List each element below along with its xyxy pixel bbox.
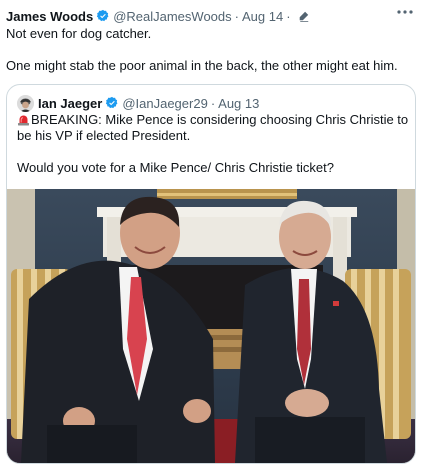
tweet-header: James Woods @RealJamesWoods · Aug 14 ·: [6, 7, 310, 25]
verified-icon: [105, 96, 119, 110]
quote-author-name[interactable]: Ian Jaeger: [38, 96, 102, 111]
more-dots-icon[interactable]: [396, 5, 414, 19]
tweet-text-line-1: Not even for dog catcher.: [6, 26, 152, 41]
quoted-tweet[interactable]: Ian Jaeger @IanJaeger29 · Aug 13 BREAKIN…: [6, 84, 416, 464]
author-handle[interactable]: @RealJamesWoods: [113, 9, 231, 24]
tweet: James Woods @RealJamesWoods · Aug 14 · N…: [0, 0, 422, 469]
quote-author-handle[interactable]: @IanJaeger29: [122, 96, 207, 111]
quote-breaking-label: BREAKING: Mike Pence is considering choo…: [17, 112, 409, 143]
separator-dot: ·: [210, 95, 216, 111]
quote-date[interactable]: Aug 13: [218, 96, 259, 111]
separator-dot: ·: [286, 8, 291, 24]
quote-header: Ian Jaeger @IanJaeger29 · Aug 13: [17, 94, 259, 112]
quote-question-text: Would you vote for a Mike Pence/ Chris C…: [17, 160, 334, 175]
separator-dot: ·: [234, 8, 239, 24]
verified-icon: [96, 9, 110, 23]
siren-emoji-icon: [17, 113, 30, 126]
tweet-date[interactable]: Aug 14: [242, 9, 283, 24]
edit-pencil-icon[interactable]: [298, 10, 310, 22]
author-name[interactable]: James Woods: [6, 9, 93, 24]
tweet-text-line-2: One might stab the poor animal in the ba…: [6, 58, 398, 73]
quote-photo[interactable]: [7, 189, 415, 463]
quote-breaking-text: BREAKING: Mike Pence is considering choo…: [17, 112, 409, 144]
quote-avatar[interactable]: [17, 94, 34, 112]
